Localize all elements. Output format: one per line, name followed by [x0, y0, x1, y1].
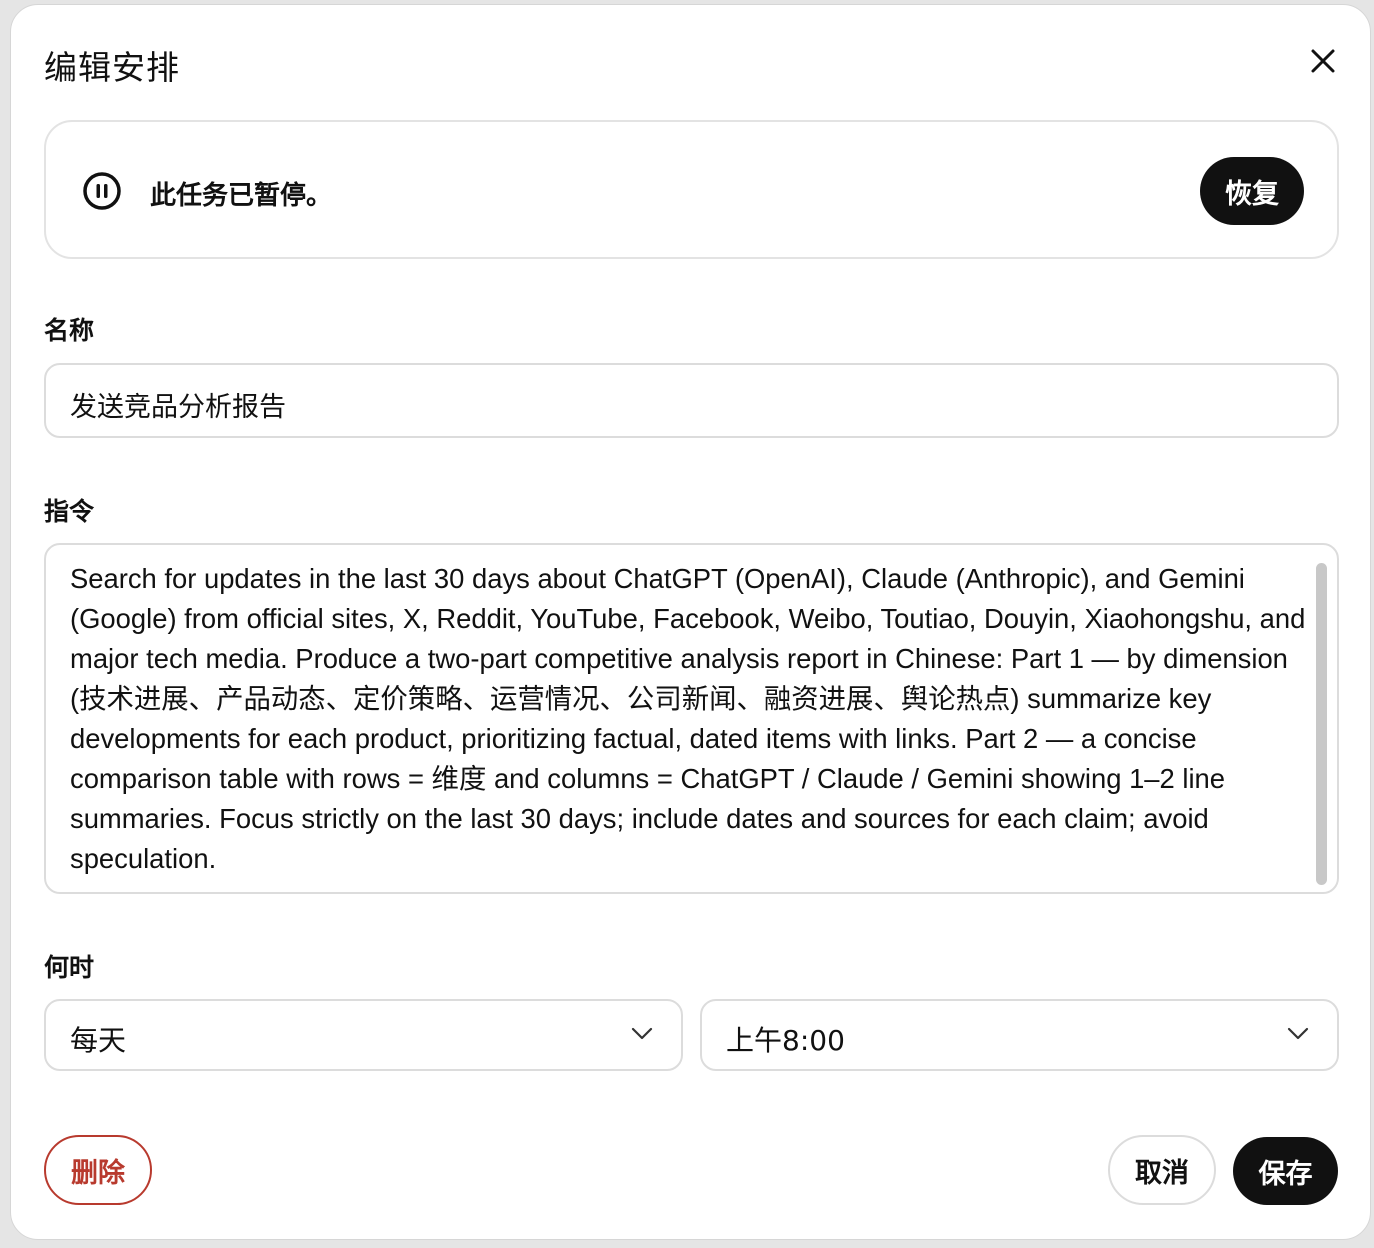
paused-message: 此任务已暂停。	[150, 181, 333, 211]
edit-schedule-dialog: 编辑安排 此任务已暂停。 恢复 名称 发送竞品分析报告 指令 Search fo…	[10, 4, 1371, 1240]
time-value: 上午8:00	[726, 1024, 845, 1057]
pause-circle-icon	[83, 172, 121, 210]
delete-button[interactable]: 删除	[44, 1135, 152, 1205]
chevron-down-icon	[631, 1027, 653, 1040]
dialog-title: 编辑安排	[44, 48, 180, 87]
resume-button[interactable]: 恢复	[1200, 157, 1304, 225]
cancel-button[interactable]: 取消	[1108, 1135, 1216, 1205]
name-input[interactable]: 发送竞品分析报告	[44, 363, 1339, 438]
time-select[interactable]: 上午8:00	[700, 999, 1339, 1071]
when-label: 何时	[44, 953, 95, 982]
chevron-down-icon	[1287, 1027, 1309, 1040]
instructions-label: 指令	[44, 497, 95, 526]
paused-status-banner: 此任务已暂停。 恢复	[44, 120, 1339, 259]
save-button[interactable]: 保存	[1233, 1137, 1338, 1205]
name-label: 名称	[44, 316, 95, 345]
instructions-scrollbar[interactable]	[1316, 563, 1327, 885]
name-input-value: 发送竞品分析报告	[70, 392, 286, 423]
instructions-text: Search for updates in the last 30 days a…	[70, 563, 1306, 874]
frequency-select[interactable]: 每天	[44, 999, 683, 1071]
close-icon[interactable]	[1307, 45, 1339, 77]
frequency-value: 每天	[70, 1024, 127, 1057]
instructions-textarea[interactable]: Search for updates in the last 30 days a…	[44, 543, 1339, 894]
